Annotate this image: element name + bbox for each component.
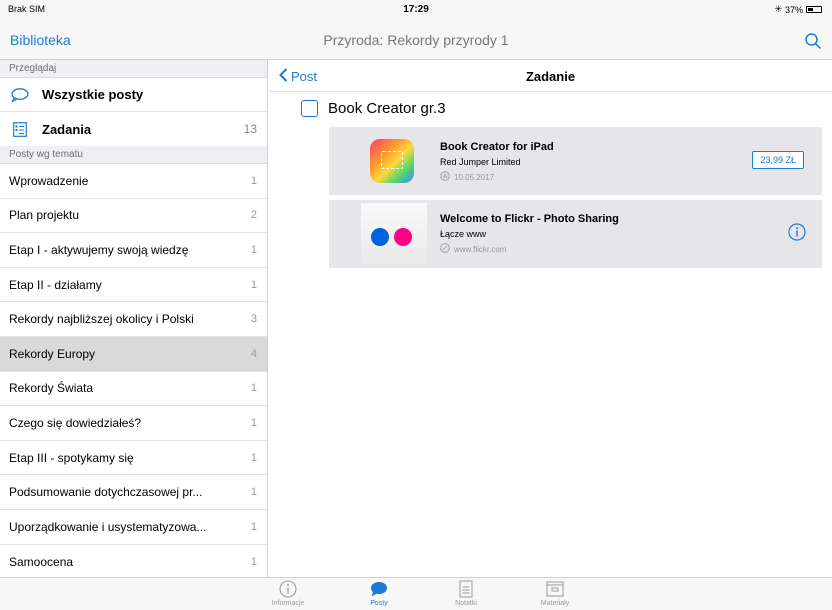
sidebar-item-count: 1 — [250, 486, 257, 499]
topics-section-header: Posty wg tematu — [0, 146, 267, 164]
sidebar-item-label: Samoocena — [9, 554, 74, 569]
card-meta: www.flickr.com — [440, 243, 506, 255]
sidebar-item-count: 4 — [250, 347, 257, 360]
page-title: Przyroda: Rekordy przyrody 1 — [323, 32, 509, 48]
sidebar-item-count: 1 — [250, 451, 257, 464]
sidebar-item-wprowadzenie[interactable]: Wprowadzenie 1 — [0, 164, 267, 199]
info-icon[interactable] — [788, 223, 806, 241]
sidebar-item-rekordy-polski[interactable]: Rekordy najbliższej okolicy i Polski 3 — [0, 302, 267, 337]
sidebar-item-count: 1 — [250, 174, 257, 187]
sidebar-item-label: Zadania — [42, 121, 92, 137]
sidebar-item-label: Wszystkie posty — [42, 87, 144, 102]
sidebar-item-count: 1 — [250, 382, 257, 395]
sidebar-item-count: 1 — [250, 416, 257, 429]
sidebar-item-label: Etap I - aktywujemy swoją wiedzę — [9, 242, 189, 257]
card-date: 10.05.2017 — [454, 172, 495, 182]
sidebar-item-count: 2 — [250, 209, 257, 222]
book-creator-app-icon — [370, 139, 414, 183]
sidebar-item-all-posts[interactable]: Wszystkie posty — [0, 78, 267, 112]
browse-section-header: Przeglądaj — [0, 60, 267, 78]
price-button[interactable]: 23,99 ZŁ — [752, 151, 804, 169]
topic-list: Wprowadzenie 1 Plan projektu 2 Etap I - ak… — [0, 164, 267, 577]
sidebar-item-label: Rekordy najbliższej okolicy i Polski — [9, 312, 194, 327]
sidebar-item-label: Etap III - spotykamy się — [9, 450, 134, 465]
sidebar: Przeglądaj Wszystkie posty Zadania 13 Po… — [0, 60, 268, 577]
sidebar-item-rekordy-europy[interactable]: Rekordy Europy 4 — [0, 336, 267, 372]
card-subtitle: Red Jumper Limited — [440, 157, 521, 167]
flickr-pink-dot — [394, 228, 412, 246]
sidebar-item-rekordy-swiata[interactable]: Rekordy Świata 1 — [0, 372, 267, 407]
sidebar-item-label: Rekordy Świata — [9, 381, 94, 396]
search-icon[interactable] — [804, 32, 822, 50]
flickr-blue-dot — [371, 228, 389, 246]
detail-title: Zadanie — [525, 69, 576, 84]
card-title: Book Creator for iPad — [440, 141, 554, 153]
sidebar-item-etap-2[interactable]: Etap II - działamy 1 — [0, 268, 267, 303]
sidebar-item-label: Podsumowanie dotychczasowej pr... — [9, 485, 203, 500]
sidebar-item-tasks[interactable]: Zadania 13 — [0, 112, 267, 146]
tab-label: Notatki — [455, 600, 477, 607]
resource-card-link[interactable]: Welcome to Flickr - Photo Sharing Łącze … — [329, 200, 822, 268]
tab-notatki[interactable]: Notatki — [436, 580, 496, 607]
card-subtitle: Łącze www — [440, 229, 487, 239]
sidebar-item-label: Rekordy Europy — [9, 346, 96, 361]
speech-bubble-icon — [10, 87, 30, 102]
sidebar-item-label: Etap II - działamy — [9, 277, 102, 292]
tab-materialy[interactable]: Materiały — [525, 580, 585, 607]
sidebar-item-samoocena[interactable]: Samoocena 1 — [0, 545, 267, 577]
tab-bar: Informacje Posty Notatki Materiały — [0, 577, 832, 610]
sidebar-item-plan-projektu[interactable]: Plan projektu 2 — [0, 199, 267, 234]
detail-header: Post Zadanie — [269, 60, 832, 92]
info-icon — [279, 580, 297, 598]
task-checkbox[interactable] — [301, 100, 318, 117]
battery-icon — [806, 6, 822, 13]
card-title: Welcome to Flickr - Photo Sharing — [440, 213, 619, 225]
tab-label: Posty — [370, 600, 388, 607]
status-bar: Brak SIM 17:29 ✳ 37% — [0, 0, 832, 20]
sidebar-item-label: Czego się dowiedziałeś? — [9, 415, 142, 430]
clock: 17:29 — [403, 4, 429, 15]
resource-card-app[interactable]: Book Creator for iPad Red Jumper Limited… — [329, 127, 822, 195]
detail-pane: Post Zadanie Book Creator gr.3 Book Crea… — [269, 60, 832, 577]
card-url: www.flickr.com — [454, 244, 507, 254]
tab-posty[interactable]: Posty — [349, 580, 409, 607]
sidebar-item-count: 3 — [250, 313, 257, 326]
tab-label: Materiały — [540, 600, 570, 607]
speech-bubble-icon — [371, 582, 387, 597]
tab-label: Informacje — [271, 600, 305, 607]
sidebar-item-count: 1 — [250, 555, 257, 568]
sidebar-item-count: 13 — [243, 122, 257, 136]
sidebar-item-label: Plan projektu — [9, 208, 80, 223]
task-label: Book Creator gr.3 — [328, 100, 446, 117]
navigation-bar: Biblioteka Przyroda: Rekordy przyrody 1 — [0, 20, 832, 60]
sidebar-item-label: Uporządkowanie i usystematyzowa... — [9, 519, 207, 534]
sidebar-item-label: Wprowadzenie — [9, 173, 89, 188]
tab-informacje[interactable]: Informacje — [258, 580, 318, 607]
app-store-icon — [440, 171, 450, 183]
sidebar-item-count: 1 — [250, 520, 257, 533]
sidebar-item-etap-1[interactable]: Etap I - aktywujemy swoją wiedzę 1 — [0, 233, 267, 268]
note-icon — [459, 580, 473, 598]
sidebar-item-etap-3[interactable]: Etap III - spotykamy się 1 — [0, 441, 267, 476]
bluetooth-icon: ✳ — [774, 4, 782, 14]
task-row: Book Creator gr.3 — [301, 100, 446, 117]
flickr-thumbnail — [361, 203, 427, 266]
card-meta: 10.05.2017 — [440, 171, 494, 183]
battery-indicator: ✳ 37% — [774, 4, 822, 15]
compass-icon — [440, 243, 450, 255]
sidebar-item-uporzadkowanie[interactable]: Uporządkowanie i usystematyzowa... 1 — [0, 510, 267, 545]
sidebar-item-podsumowanie[interactable]: Podsumowanie dotychczasowej pr... 1 — [0, 475, 267, 510]
box-icon — [546, 581, 564, 597]
sidebar-item-czego-sie-dowiedziales[interactable]: Czego się dowiedziałeś? 1 — [0, 406, 267, 441]
checklist-icon — [10, 121, 30, 137]
battery-percent: 37% — [784, 4, 803, 15]
sidebar-item-count: 1 — [250, 278, 257, 291]
sidebar-item-count: 1 — [250, 243, 257, 256]
